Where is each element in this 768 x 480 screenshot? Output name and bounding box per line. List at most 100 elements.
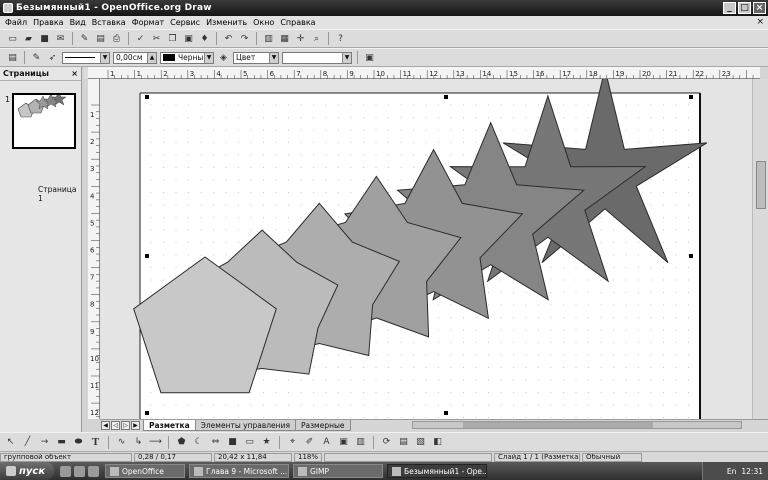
glue-points-icon[interactable]: ✐ (303, 436, 316, 449)
area-value-select[interactable]: ▼ (282, 51, 352, 64)
line-icon[interactable]: ✎ (30, 51, 43, 64)
horizontal-scrollbar[interactable] (412, 421, 742, 429)
menu-help[interactable]: Справка (277, 18, 318, 27)
line-style-select[interactable]: ▼ (62, 51, 110, 64)
arrow-line-icon[interactable]: → (38, 436, 51, 449)
symbol-shapes-icon[interactable]: ☾ (192, 436, 205, 449)
taskbar-item[interactable]: OpenOffice (105, 464, 185, 478)
help-icon[interactable]: ? (334, 32, 347, 45)
curve-icon[interactable]: ∿ (115, 436, 128, 449)
cut-icon[interactable]: ✂ (150, 32, 163, 45)
horizontal-scroll-thumb[interactable] (463, 422, 653, 428)
line-width-field[interactable]: 0,00см ▲ (113, 51, 157, 64)
area-style-select[interactable]: Цвет ▼ (233, 51, 279, 64)
selection-handle[interactable] (145, 411, 149, 415)
select-arrow-icon[interactable]: ↖ (4, 436, 17, 449)
taskbar-item[interactable]: Глава 9 - Microsoft ... (189, 464, 289, 478)
menu-tools[interactable]: Сервис (167, 18, 203, 27)
new-icon[interactable]: ▭ (6, 32, 19, 45)
save-icon[interactable]: ■ (38, 32, 51, 45)
selection-handle[interactable] (444, 411, 448, 415)
rectangle-icon[interactable]: ▬ (55, 436, 68, 449)
selection-handle[interactable] (444, 95, 448, 99)
line-tool-icon[interactable]: ╱ (21, 436, 34, 449)
menu-view[interactable]: Вид (67, 18, 89, 27)
maximize-button[interactable]: □ (738, 2, 751, 14)
connector-icon[interactable]: ↳ (132, 436, 145, 449)
menu-edit[interactable]: Правка (30, 18, 66, 27)
drawing-page[interactable] (100, 79, 752, 419)
quick-launch-icon[interactable] (88, 465, 99, 477)
fontwork-icon[interactable]: A (320, 436, 333, 449)
taskbar-item[interactable]: GIMP (293, 464, 383, 478)
print-icon[interactable]: ⎙ (110, 32, 123, 45)
undo-icon[interactable]: ↶ (222, 32, 235, 45)
edit-file-icon[interactable]: ✎ (78, 32, 91, 45)
spellcheck-icon[interactable]: ✓ (134, 32, 147, 45)
menu-file[interactable]: Файл (2, 18, 30, 27)
table-icon[interactable]: ▦ (278, 32, 291, 45)
flowchart-icon[interactable]: ■ (226, 436, 239, 449)
tab-last-icon[interactable]: ▶ (131, 421, 140, 430)
open-icon[interactable]: ▰ (22, 32, 35, 45)
callouts-icon[interactable]: ▭ (243, 436, 256, 449)
horizontal-ruler[interactable]: 1 1 2 3 4 5 6 7 8 9 10 11 12 13 14 15 16 17 18 19 20 21 22 23 (88, 67, 760, 79)
copy-icon[interactable]: ❐ (166, 32, 179, 45)
language-indicator[interactable]: En (727, 467, 737, 476)
chart-icon[interactable]: ▥ (262, 32, 275, 45)
block-arrows-icon[interactable]: ⇔ (209, 436, 222, 449)
tab-next-icon[interactable]: ▷ (121, 421, 130, 430)
zoom-icon[interactable]: ⌕ (310, 32, 323, 45)
show-draw-functions-icon[interactable]: ✛ (294, 32, 307, 45)
menu-format[interactable]: Формат (129, 18, 167, 27)
redo-icon[interactable]: ↷ (238, 32, 251, 45)
start-button[interactable]: пуск (0, 462, 54, 480)
tab-controls[interactable]: Элементы управления (194, 420, 296, 431)
points-icon[interactable]: ⌖ (286, 436, 299, 449)
arrow-style-icon[interactable]: ➶ (46, 51, 59, 64)
page-thumbnail[interactable] (12, 91, 76, 149)
selection-handle[interactable] (145, 95, 149, 99)
pages-panel-close-icon[interactable]: × (71, 69, 78, 78)
minimize-button[interactable]: _ (723, 2, 736, 14)
quick-launch-icon[interactable] (74, 465, 85, 477)
menu-modify[interactable]: Изменить (203, 18, 250, 27)
styles-icon[interactable]: ▤ (6, 51, 19, 64)
export-pdf-icon[interactable]: ▤ (94, 32, 107, 45)
selection-handle[interactable] (689, 95, 693, 99)
shadow-icon[interactable]: ▣ (363, 51, 376, 64)
align-icon[interactable]: ▤ (397, 436, 410, 449)
vertical-ruler[interactable]: 1 2 3 4 5 6 7 8 9 10 11 12 (88, 79, 100, 419)
document-close-icon[interactable]: × (756, 17, 764, 27)
selection-handle[interactable] (689, 254, 693, 258)
tab-dimensions[interactable]: Размерные (294, 420, 351, 431)
vertical-scrollbar[interactable] (752, 79, 768, 419)
lines-arrows-icon[interactable]: ⟶ (149, 436, 162, 449)
area-fill-icon[interactable]: ◈ (217, 51, 230, 64)
menu-window[interactable]: Окно (250, 18, 277, 27)
text-icon[interactable]: T (89, 436, 102, 449)
basic-shapes-icon[interactable]: ⬟ (175, 436, 188, 449)
stars-icon[interactable]: ★ (260, 436, 273, 449)
paste-icon[interactable]: ▣ (182, 32, 195, 45)
status-zoom[interactable]: 118% (294, 452, 322, 462)
drawing-canvas[interactable] (100, 79, 752, 419)
format-paintbrush-icon[interactable]: ♦ (198, 32, 211, 45)
line-color-select[interactable]: Черный ▼ (160, 51, 214, 64)
taskbar-item-active[interactable]: Безымянный1 - Ope... (387, 464, 487, 478)
vertical-scroll-thumb[interactable] (756, 161, 766, 209)
close-button[interactable]: × (753, 2, 766, 14)
quick-launch-icon[interactable] (60, 465, 71, 477)
ellipse-icon[interactable]: ⬬ (72, 436, 85, 449)
email-icon[interactable]: ✉ (54, 32, 67, 45)
gallery-icon[interactable]: ▥ (354, 436, 367, 449)
rotate-icon[interactable]: ⟳ (380, 436, 393, 449)
tab-first-icon[interactable]: ◀ (101, 421, 110, 430)
arrange-icon[interactable]: ▧ (414, 436, 427, 449)
tab-layout[interactable]: Разметка (143, 420, 196, 431)
selection-handle[interactable] (145, 254, 149, 258)
extrusion-icon[interactable]: ◧ (431, 436, 444, 449)
from-file-icon[interactable]: ▣ (337, 436, 350, 449)
menu-insert[interactable]: Вставка (89, 18, 129, 27)
tab-prev-icon[interactable]: ◁ (111, 421, 120, 430)
